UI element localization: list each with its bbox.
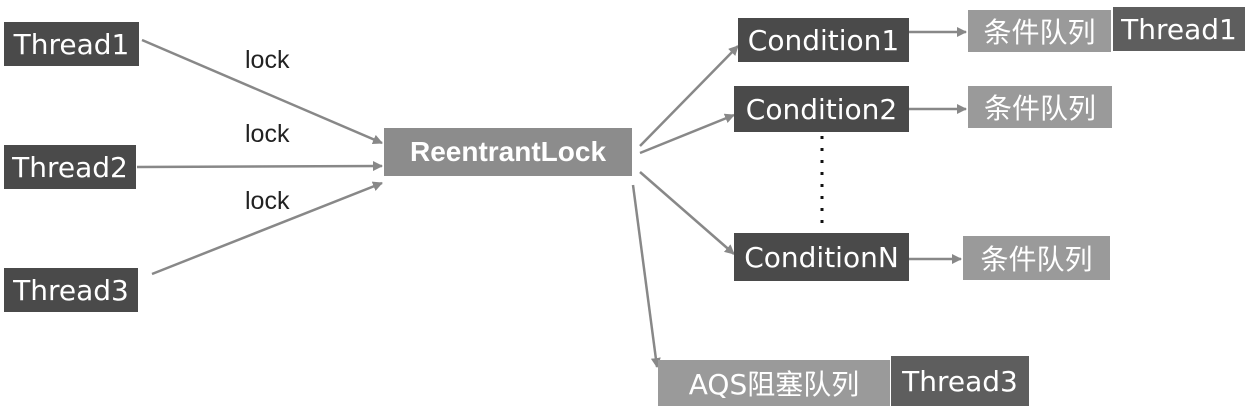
- edge-label-lock-2: lock: [245, 120, 290, 148]
- condition1-box: Condition1: [738, 18, 909, 62]
- arrow-lock-aqs: [631, 184, 661, 368]
- conditionN-box: ConditionN: [734, 233, 909, 281]
- aqs-thread3-box: Thread3: [891, 356, 1029, 406]
- condition2-box: Condition2: [734, 86, 909, 132]
- arrow-lock-conditionN: [639, 171, 735, 255]
- condition-queue-1: 条件队列: [968, 10, 1111, 52]
- reentrantlock-box: ReentrantLock: [384, 128, 632, 176]
- edge-label-lock-3: lock: [245, 187, 290, 215]
- condition-queue-n: 条件队列: [963, 236, 1110, 280]
- aqs-blocking-queue: AQS阻塞队列: [658, 360, 890, 406]
- arrow-lock-condition2: [639, 113, 735, 155]
- edge-label-lock-1: lock: [245, 46, 290, 74]
- queue-thread1-box: Thread1: [1113, 7, 1245, 51]
- arrow-thread2-lock: [136, 161, 383, 172]
- thread2-box: Thread2: [4, 145, 136, 189]
- arrow-lock-condition1: [639, 45, 739, 147]
- thread1-box: Thread1: [4, 22, 139, 66]
- thread3-box: Thread3: [4, 268, 138, 312]
- condition-queue-2: 条件队列: [968, 86, 1112, 128]
- connector-layer: [136, 27, 967, 368]
